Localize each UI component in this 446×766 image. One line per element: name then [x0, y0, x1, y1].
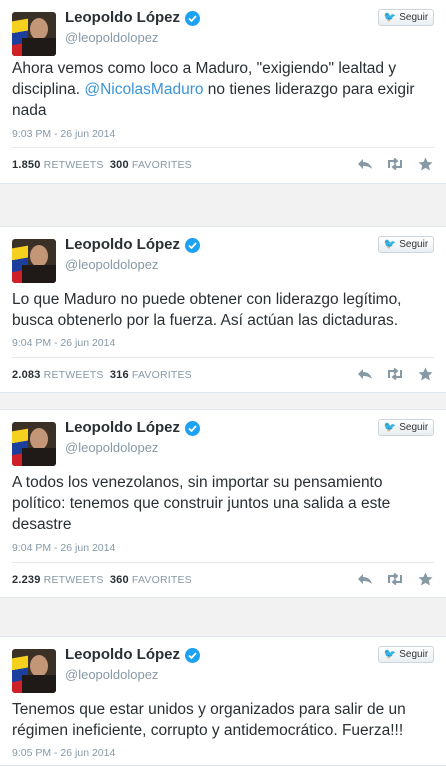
favorites-label: FAVORITES — [131, 574, 192, 586]
author-handle[interactable]: @leopoldolopez — [65, 30, 200, 45]
author-name-row[interactable]: Leopoldo López — [65, 236, 200, 253]
follow-label: Seguir — [399, 239, 429, 250]
author-name[interactable]: Leopoldo López — [65, 9, 180, 26]
retweet-icon[interactable] — [386, 366, 404, 382]
twitter-bird-icon: 🐦 — [383, 649, 397, 660]
retweets-label: RETWEETS — [43, 369, 104, 381]
favorites-label: FAVORITES — [131, 159, 192, 171]
retweets-label: RETWEETS — [43, 574, 104, 586]
verified-badge-icon — [184, 421, 200, 436]
author-name-row[interactable]: Leopoldo López — [65, 646, 200, 663]
reply-icon[interactable] — [356, 156, 374, 172]
divider — [12, 147, 434, 148]
author-handle[interactable]: @leopoldolopez — [65, 667, 200, 682]
retweet-count[interactable]: 2.083 — [12, 369, 41, 381]
follow-label: Seguir — [399, 649, 429, 660]
verified-badge-icon — [184, 238, 200, 253]
avatar[interactable] — [12, 239, 56, 283]
follow-label: Seguir — [399, 12, 429, 23]
follow-button[interactable]: 🐦 Seguir — [378, 419, 434, 436]
author-name-row[interactable]: Leopoldo López — [65, 419, 200, 436]
reply-icon[interactable] — [356, 571, 374, 587]
verified-badge-icon — [184, 11, 200, 26]
tweet-text: A todos los venezolanos, sin importar su… — [12, 474, 391, 533]
mention-link[interactable]: @NicolasMaduro — [84, 81, 203, 98]
tweet-timestamp[interactable]: 9:03 PM - 26 jun 2014 — [12, 128, 115, 140]
retweet-count[interactable]: 1.850 — [12, 159, 41, 171]
avatar[interactable] — [12, 649, 56, 693]
tweet-card: Leopoldo López @leopoldolopez 🐦 Seguir Ah… — [0, 0, 446, 184]
divider — [12, 562, 434, 563]
tweet-card: Leopoldo López @leopoldolopez 🐦 Seguir Lo… — [0, 226, 446, 393]
favorite-star-icon[interactable] — [416, 366, 434, 382]
favorite-count[interactable]: 360 — [110, 574, 129, 586]
follow-label: Seguir — [399, 422, 429, 433]
tweet-actions — [356, 366, 434, 382]
author-handle[interactable]: @leopoldolopez — [65, 257, 200, 272]
follow-button[interactable]: 🐦 Seguir — [378, 646, 434, 663]
avatar[interactable] — [12, 422, 56, 466]
follow-button[interactable]: 🐦 Seguir — [378, 236, 434, 253]
author-handle[interactable]: @leopoldolopez — [65, 440, 200, 455]
favorite-count[interactable]: 300 — [110, 159, 129, 171]
follow-button[interactable]: 🐦 Seguir — [378, 9, 434, 26]
favorite-star-icon[interactable] — [416, 571, 434, 587]
author-name[interactable]: Leopoldo López — [65, 419, 180, 436]
tweet-stats: 2.083 RETWEETS 316 FAVORITES — [12, 369, 192, 381]
favorite-star-icon[interactable] — [416, 156, 434, 172]
tweet-text: Lo que Maduro no puede obtener con lider… — [12, 291, 402, 329]
twitter-bird-icon: 🐦 — [383, 422, 397, 433]
tweet-stats: 2.239 RETWEETS 360 FAVORITES — [12, 574, 192, 586]
retweet-icon[interactable] — [386, 571, 404, 587]
tweet-actions — [356, 156, 434, 172]
avatar[interactable] — [12, 12, 56, 56]
favorites-label: FAVORITES — [131, 369, 192, 381]
tweet-card: Leopoldo López @leopoldolopez 🐦 Seguir Te… — [0, 636, 446, 766]
author-name[interactable]: Leopoldo López — [65, 646, 180, 663]
favorite-count[interactable]: 316 — [110, 369, 129, 381]
retweet-count[interactable]: 2.239 — [12, 574, 41, 586]
retweet-icon[interactable] — [386, 156, 404, 172]
reply-icon[interactable] — [356, 366, 374, 382]
retweets-label: RETWEETS — [43, 159, 104, 171]
tweet-card: Leopoldo López @leopoldolopez 🐦 Seguir A … — [0, 409, 446, 598]
tweet-timestamp[interactable]: 9:05 PM - 26 jun 2014 — [12, 747, 115, 759]
author-name-row[interactable]: Leopoldo López — [65, 9, 200, 26]
twitter-bird-icon: 🐦 — [383, 239, 397, 250]
twitter-bird-icon: 🐦 — [383, 12, 397, 23]
tweet-actions — [356, 571, 434, 587]
tweet-timestamp[interactable]: 9:04 PM - 26 jun 2014 — [12, 542, 115, 554]
verified-badge-icon — [184, 648, 200, 663]
tweet-stats: 1.850 RETWEETS 300 FAVORITES — [12, 159, 192, 171]
divider — [12, 357, 434, 358]
tweet-text: Ahora vemos como loco a Maduro, "exigien… — [12, 58, 434, 121]
author-name[interactable]: Leopoldo López — [65, 236, 180, 253]
tweet-timestamp[interactable]: 9:04 PM - 26 jun 2014 — [12, 337, 115, 349]
tweet-text: Tenemos que estar unidos y organizados p… — [12, 701, 406, 739]
